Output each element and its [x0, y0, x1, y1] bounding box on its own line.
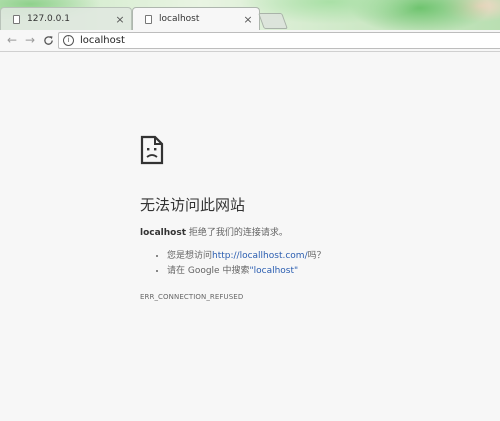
forward-button[interactable]: →	[22, 32, 38, 48]
reload-icon	[43, 35, 53, 45]
error-explanation: localhost 拒绝了我们的连接请求。	[140, 225, 288, 238]
suggested-url-link[interactable]: http://locallhost.com/	[212, 251, 308, 261]
suggestion-text: 您是想访问	[167, 251, 213, 261]
suggestions-list: 您是想访问http://locallhost.com/吗？ 请在 Google …	[140, 249, 326, 279]
page-icon	[145, 14, 152, 24]
close-icon[interactable]: ×	[243, 13, 253, 26]
host-name: localhost	[140, 228, 187, 238]
error-heading: 无法访问此网站	[140, 196, 246, 214]
address-bar[interactable]: i localhost	[58, 32, 500, 49]
tab-label: 127.0.0.1	[27, 14, 70, 24]
back-button[interactable]: ←	[4, 32, 20, 48]
page-icon	[13, 14, 20, 24]
url-text[interactable]: localhost	[80, 35, 125, 46]
tab-127-0-0-1[interactable]: 127.0.0.1 ×	[0, 7, 132, 30]
suggestion-did-you-mean: 您是想访问http://locallhost.com/吗？	[167, 249, 326, 264]
search-link[interactable]: "localhost"	[249, 266, 298, 276]
error-code: ERR_CONNECTION_REFUSED	[140, 293, 244, 301]
close-icon[interactable]: ×	[115, 13, 125, 26]
suggestion-text: 吗？	[307, 251, 326, 261]
tab-strip: 127.0.0.1 × localhost ×	[0, 0, 500, 30]
suggestion-text: 请在 Google 中搜索	[167, 266, 250, 276]
tab-label: localhost	[159, 14, 200, 24]
explanation-text: 拒绝了我们的连接请求。	[186, 228, 288, 238]
reload-button[interactable]	[40, 32, 56, 48]
info-icon[interactable]: i	[63, 35, 74, 46]
new-tab-button[interactable]	[258, 13, 288, 29]
tab-localhost[interactable]: localhost ×	[132, 7, 260, 30]
toolbar: ← → i localhost	[0, 30, 500, 52]
sad-page-icon	[140, 135, 164, 165]
suggestion-search: 请在 Google 中搜索"localhost"	[167, 264, 326, 279]
